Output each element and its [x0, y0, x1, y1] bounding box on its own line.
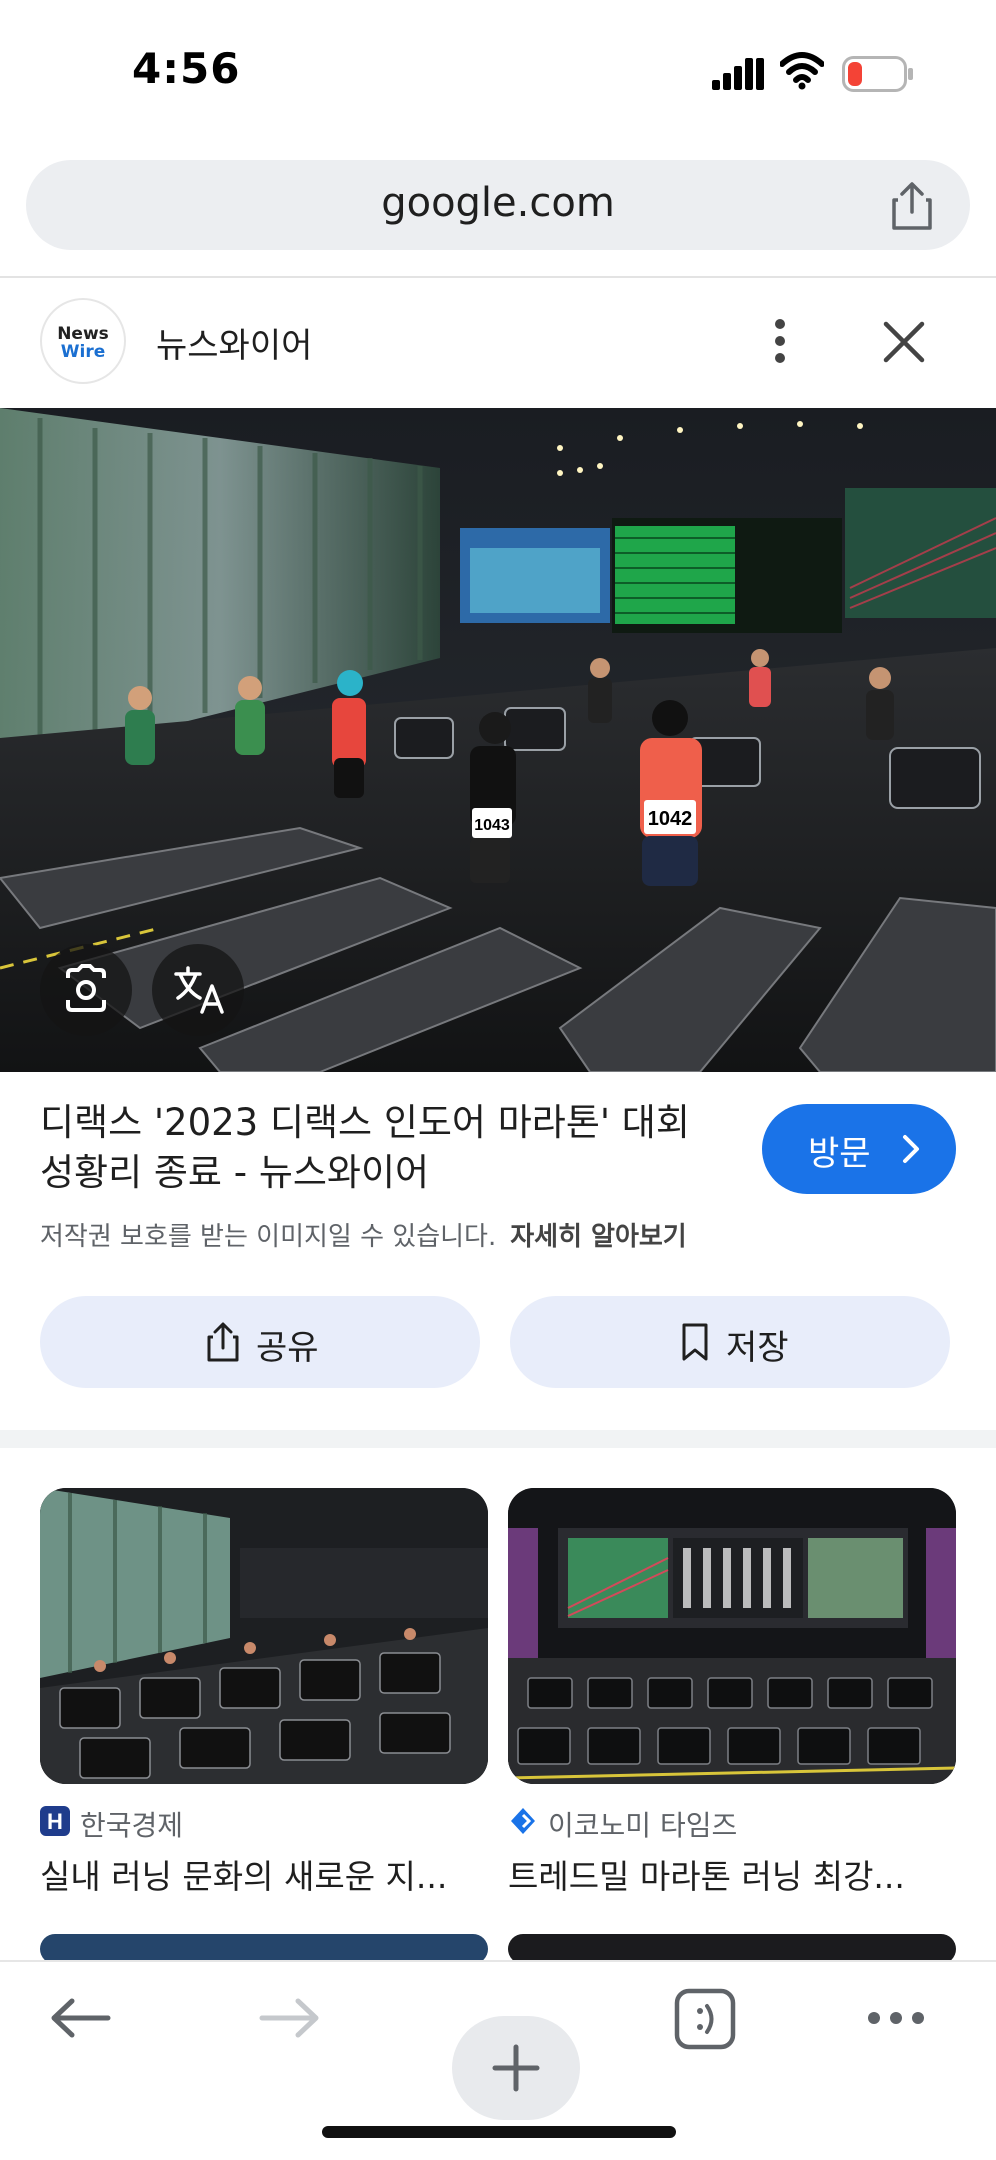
- close-icon[interactable]: [882, 320, 926, 364]
- battery-icon: [842, 56, 913, 92]
- related-photo-1: [40, 1488, 488, 1784]
- image-title[interactable]: 디랙스 '2023 디랙스 인도어 마라톤' 대회 성황리 종료 - 뉴스와이어: [40, 1098, 720, 1198]
- related-thumbnail-1[interactable]: [40, 1488, 488, 1784]
- lens-icon: [66, 964, 106, 1012]
- hero-photo: 1043 1042: [0, 408, 996, 1072]
- related-photo-2: [508, 1488, 956, 1784]
- translate-icon: [174, 966, 224, 1014]
- related-thumbnail-2[interactable]: [508, 1488, 956, 1784]
- related-source-1[interactable]: 한국경제: [80, 1804, 183, 1844]
- home-indicator[interactable]: [322, 2126, 676, 2138]
- translate-button[interactable]: [152, 944, 244, 1036]
- address-bar[interactable]: google.com: [26, 160, 970, 250]
- source-name[interactable]: 뉴스와이어: [156, 318, 312, 367]
- lens-button[interactable]: [40, 944, 132, 1036]
- tabs-icon[interactable]: [674, 1988, 736, 2050]
- back-icon[interactable]: [50, 1998, 112, 2038]
- status-bar: 4:56: [0, 0, 996, 140]
- forward-icon[interactable]: [258, 1998, 320, 2038]
- bib-1043: 1043: [474, 817, 510, 834]
- bookmark-icon: [682, 1323, 708, 1361]
- share-label: 공유: [256, 1328, 319, 1368]
- related-title-2[interactable]: 트레드밀 마라톤 러닝 최강...: [508, 1850, 905, 1898]
- related-source-2[interactable]: 이코노미 타임즈: [548, 1804, 737, 1844]
- source-logo[interactable]: News Wire: [40, 298, 126, 384]
- status-time: 4:56: [132, 44, 241, 93]
- save-label: 저장: [726, 1328, 789, 1368]
- section-divider: [0, 1430, 996, 1448]
- more-horiz-icon[interactable]: [866, 2008, 926, 2028]
- more-vert-icon[interactable]: [768, 318, 792, 364]
- hero-image[interactable]: 1043 1042: [0, 408, 996, 1072]
- copyright-text: 저작권 보호를 받는 이미지일 수 있습니다.: [40, 1222, 497, 1252]
- share-icon[interactable]: [890, 182, 934, 230]
- visit-button[interactable]: 방문: [762, 1104, 956, 1194]
- visit-label: 방문: [808, 1134, 871, 1174]
- source-badge-economy-times: [511, 1808, 535, 1834]
- save-button[interactable]: 저장: [510, 1296, 950, 1388]
- related-title-1[interactable]: 실내 러닝 문화의 새로운 지...: [40, 1850, 447, 1898]
- bib-1042: 1042: [648, 808, 693, 830]
- signal-icon: [712, 58, 764, 90]
- source-badge-hankyung: H: [40, 1806, 70, 1836]
- source-badge-letter: H: [47, 1809, 63, 1834]
- share-icon: [207, 1322, 239, 1362]
- share-button[interactable]: 공유: [40, 1296, 480, 1388]
- divider: [0, 276, 996, 278]
- wifi-icon: [780, 52, 824, 90]
- new-tab-button[interactable]: [452, 2016, 580, 2120]
- url-text[interactable]: google.com: [26, 180, 970, 226]
- copyright-notice: 저작권 보호를 받는 이미지일 수 있습니다. 자세히 알아보기: [40, 1216, 687, 1253]
- logo-line-1: News: [57, 324, 109, 344]
- learn-more-link[interactable]: 자세히 알아보기: [510, 1222, 687, 1252]
- chevron-right-icon: [903, 1135, 919, 1163]
- plus-icon: [492, 2044, 540, 2092]
- logo-line-2: Wire: [60, 342, 106, 362]
